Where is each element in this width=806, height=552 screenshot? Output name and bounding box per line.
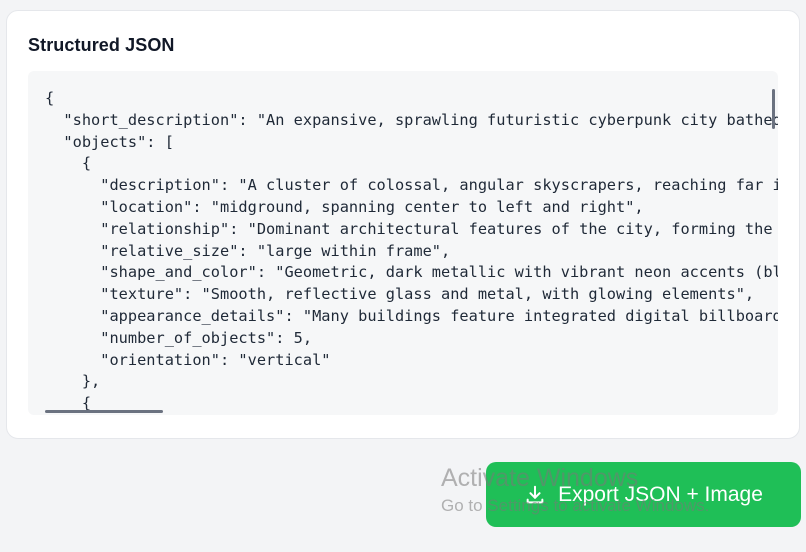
code-line: { bbox=[45, 89, 55, 107]
export-json-image-button[interactable]: Export JSON + Image bbox=[486, 462, 801, 527]
panel-title: Structured JSON bbox=[28, 35, 175, 55]
code-line: { bbox=[45, 154, 92, 173]
code-line: "number_of_objects": 5, bbox=[45, 328, 313, 347]
export-button-label: Export JSON + Image bbox=[558, 482, 763, 506]
code-line: "shape_and_color": "Geometric, dark meta… bbox=[45, 263, 778, 282]
code-line: "relative_size": "large within frame", bbox=[45, 241, 451, 260]
code-line: "short_description": "An expansive, spra… bbox=[45, 110, 778, 129]
download-icon bbox=[524, 484, 546, 506]
code-line: "location": "midground, spanning center … bbox=[45, 197, 644, 216]
code-line: "objects": [ bbox=[45, 132, 174, 151]
vertical-scrollbar[interactable] bbox=[772, 89, 775, 129]
horizontal-scrollbar[interactable] bbox=[45, 410, 163, 413]
structured-json-panel: Structured JSON { "short_description": "… bbox=[6, 10, 800, 439]
json-code-text: { "short_description": "An expansive, sp… bbox=[45, 88, 778, 415]
code-line: "description": "A cluster of colossal, a… bbox=[45, 176, 778, 195]
code-line: "texture": "Smooth, reflective glass and… bbox=[45, 285, 755, 304]
json-code-viewer[interactable]: { "short_description": "An expansive, sp… bbox=[28, 71, 778, 415]
code-line: "appearance_details": "Many buildings fe… bbox=[45, 306, 778, 325]
code-line: }, bbox=[45, 372, 101, 391]
code-line: "relationship": "Dominant architectural … bbox=[45, 219, 778, 238]
code-line: "orientation": "vertical" bbox=[45, 350, 331, 369]
